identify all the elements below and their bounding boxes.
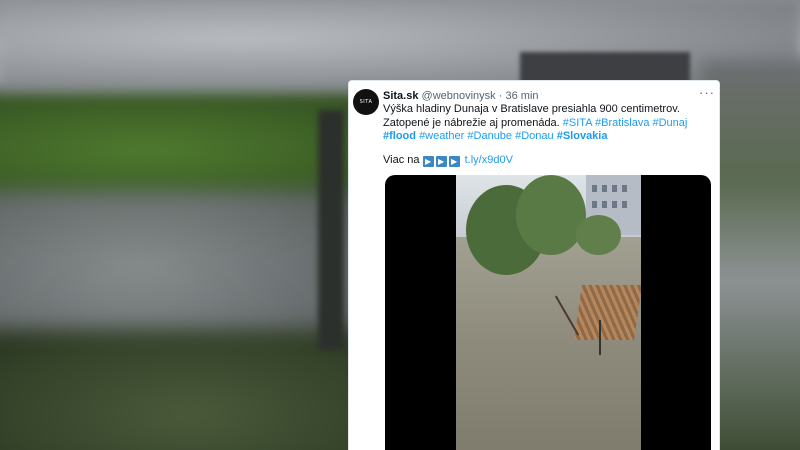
handle[interactable]: @webnovinysk (422, 90, 496, 102)
display-name[interactable]: Sita.sk (383, 90, 418, 102)
hashtag-link[interactable]: #Dunaj (653, 117, 688, 129)
hashtag-link[interactable]: #SITA (563, 117, 592, 129)
arrow-right-icon: ▶ (448, 156, 460, 167)
tweet-header: Sita.sk @webnovinysk · 36 min (383, 90, 539, 102)
hashtag-link[interactable]: #Danube (467, 130, 512, 142)
hashtag-link[interactable]: #flood (383, 130, 416, 142)
avatar-logo-text: SITA (359, 99, 373, 105)
tweet-text: Výška hladiny Dunaja v Bratislave presia… (383, 103, 713, 144)
more-link-line: Viac na ▶ ▶ ▶ t.ly/x9d0V (383, 154, 513, 167)
hashtag-link[interactable]: #Donau (515, 130, 554, 142)
timestamp[interactable]: 36 min (505, 90, 538, 102)
video-player[interactable] (385, 175, 711, 450)
background-pole (318, 110, 344, 350)
hashtag-link[interactable]: #weather (419, 130, 464, 142)
video-tree (576, 215, 621, 255)
more-options-icon[interactable]: ··· (699, 85, 715, 100)
video-flooded-deck (574, 285, 641, 340)
video-frame (456, 175, 641, 450)
separator-dot: · (498, 90, 503, 102)
hashtag-link[interactable]: #Bratislava (595, 117, 649, 129)
arrow-right-icon: ▶ (422, 156, 434, 167)
arrow-right-icon: ▶ (435, 156, 447, 167)
avatar[interactable]: SITA (353, 89, 379, 115)
hashtag-link[interactable]: #Slovakia (557, 130, 608, 142)
video-post (599, 320, 601, 355)
tweet-card[interactable]: SITA Sita.sk @webnovinysk · 36 min ··· V… (348, 80, 720, 450)
video-tree (516, 175, 586, 255)
video-floodwater (456, 237, 641, 450)
external-link[interactable]: t.ly/x9d0V (465, 154, 513, 166)
more-label: Viac na (383, 154, 420, 166)
